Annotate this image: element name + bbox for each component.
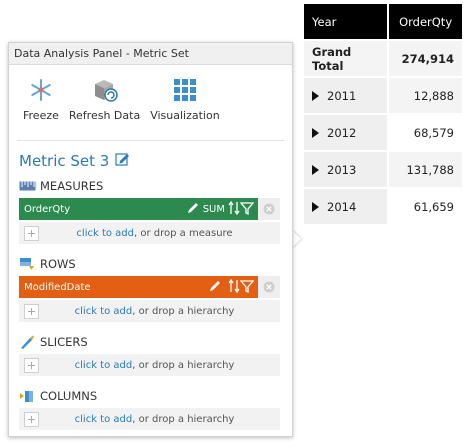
year-cell[interactable]: 2013	[304, 152, 388, 187]
columns-drop-hint: , or drop a hierarchy	[132, 413, 235, 425]
grid-icon	[170, 75, 200, 105]
grand-total-row: Grand Total 274,914	[304, 41, 462, 76]
aggregation-label[interactable]: SUM	[203, 204, 225, 215]
year-label: 2013	[327, 162, 357, 177]
rows-drop-zone[interactable]: click to add, or drop a hierarchy	[19, 300, 280, 322]
measures-drop-text: click to add, or drop a measure	[39, 228, 280, 239]
plus-icon[interactable]	[24, 411, 39, 427]
plus-icon[interactable]	[24, 357, 39, 373]
measures-heading-label: MEASURES	[40, 179, 104, 193]
expand-icon[interactable]	[312, 201, 319, 212]
year-cell[interactable]: 2011	[304, 78, 388, 113]
visualization-label: Visualization	[150, 109, 220, 122]
measures-drop-zone[interactable]: click to add, or drop a measure	[19, 222, 280, 244]
rows-section-heading: ROWS	[9, 254, 292, 274]
value-cell: 61,659	[389, 189, 462, 224]
columns-drop-zone[interactable]: click to add, or drop a hierarchy	[19, 408, 280, 430]
ruler-icon	[19, 179, 37, 193]
value-cell: 12,888	[389, 78, 462, 113]
sort-icon[interactable]	[228, 200, 240, 218]
panel-pointer	[292, 230, 301, 248]
slicers-section-heading: SLICERS	[9, 332, 292, 352]
panel-title[interactable]: Data Analysis Panel - Metric Set	[9, 43, 292, 65]
measure-chip-label: OrderQty	[24, 203, 71, 215]
expand-icon[interactable]	[312, 164, 319, 175]
table-row: 2014 61,659	[304, 189, 462, 224]
table-row: 2013 131,788	[304, 152, 462, 187]
data-analysis-panel: Data Analysis Panel - Metric Set Freeze	[8, 42, 293, 437]
value-cell: 131,788	[389, 152, 462, 187]
click-to-add-row-link[interactable]: click to add	[75, 306, 133, 317]
rows-drop-hint: , or drop a hierarchy	[132, 305, 235, 317]
plus-icon[interactable]	[24, 225, 39, 241]
expand-icon[interactable]	[312, 127, 319, 138]
remove-measure-button[interactable]	[258, 198, 280, 220]
slicers-drop-zone[interactable]: click to add, or drop a hierarchy	[19, 354, 280, 376]
columns-heading-label: COLUMNS	[40, 389, 98, 403]
grand-total-value: 274,914	[389, 41, 462, 76]
remove-row-button[interactable]	[258, 276, 280, 298]
close-icon	[263, 203, 275, 215]
freeze-label: Freeze	[23, 109, 59, 122]
year-label: 2014	[327, 199, 357, 214]
columns-drop-text: click to add, or drop a hierarchy	[39, 414, 280, 425]
table-row: 2012 68,579	[304, 115, 462, 150]
click-to-add-slicer-link[interactable]: click to add	[75, 360, 133, 371]
click-to-add-column-link[interactable]: click to add	[75, 414, 133, 425]
measure-chip-orderqty[interactable]: OrderQty SUM	[19, 198, 280, 220]
pivot-table: Year OrderQty Grand Total 274,914 2011 1…	[302, 2, 464, 226]
rows-heading-label: ROWS	[40, 257, 76, 271]
filter-icon[interactable]	[239, 201, 255, 218]
metric-set-title: Metric Set 3	[9, 141, 292, 176]
pencil-icon[interactable]	[186, 201, 200, 218]
sort-icon[interactable]	[228, 278, 240, 296]
year-cell[interactable]: 2014	[304, 189, 388, 224]
year-column-header[interactable]: Year	[304, 4, 388, 39]
plus-icon[interactable]	[24, 303, 39, 319]
slicers-heading-label: SLICERS	[40, 335, 88, 349]
panel-toolbar: Freeze Refresh Data Visualization	[17, 65, 284, 141]
pencil-icon[interactable]	[115, 151, 130, 170]
measures-drop-hint: , or drop a measure	[134, 227, 233, 239]
refresh-data-icon	[90, 75, 120, 105]
freeze-button[interactable]: Freeze	[23, 71, 59, 140]
metric-set-name[interactable]: Metric Set 3	[19, 152, 109, 170]
year-label: 2011	[327, 88, 357, 103]
table-row: 2011 12,888	[304, 78, 462, 113]
row-chip-modifieddate[interactable]: ModifiedDate	[19, 276, 280, 298]
refresh-data-label: Refresh Data	[68, 109, 141, 122]
grand-total-label: Grand Total	[304, 41, 388, 76]
orderqty-column-header[interactable]: OrderQty	[389, 4, 462, 39]
refresh-data-button[interactable]: Refresh Data	[69, 71, 140, 140]
snowflake-icon	[26, 75, 56, 105]
knife-icon	[19, 335, 37, 349]
year-label: 2012	[327, 125, 357, 140]
filter-icon[interactable]	[239, 279, 255, 296]
rows-icon	[19, 257, 37, 271]
slicers-drop-hint: , or drop a hierarchy	[132, 359, 235, 371]
pencil-icon[interactable]	[208, 279, 222, 296]
close-icon	[263, 281, 275, 293]
visualization-button[interactable]: Visualization	[150, 71, 220, 140]
columns-icon	[19, 389, 37, 403]
click-to-add-measure-link[interactable]: click to add	[76, 228, 134, 239]
rows-drop-text: click to add, or drop a hierarchy	[39, 306, 280, 317]
row-chip-label: ModifiedDate	[24, 281, 91, 293]
table-header-row: Year OrderQty	[304, 4, 462, 39]
slicers-drop-text: click to add, or drop a hierarchy	[39, 360, 280, 371]
year-cell[interactable]: 2012	[304, 115, 388, 150]
expand-icon[interactable]	[312, 90, 319, 101]
measures-section-heading: MEASURES	[9, 176, 292, 196]
value-cell: 68,579	[389, 115, 462, 150]
columns-section-heading: COLUMNS	[9, 386, 292, 406]
